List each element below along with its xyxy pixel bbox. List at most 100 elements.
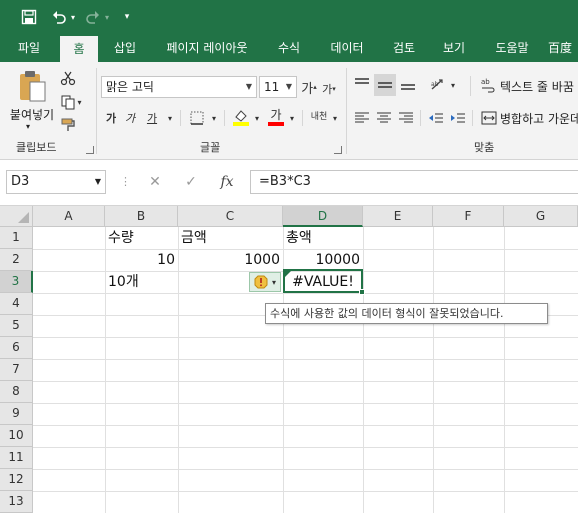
underline-button[interactable]: 가 <box>141 108 163 128</box>
row-header[interactable]: 13 <box>0 491 33 513</box>
row-header[interactable]: 10 <box>0 425 33 447</box>
paste-button[interactable]: 붙여넣기 <box>6 106 58 123</box>
name-box[interactable]: D3 ▼ <box>6 170 106 194</box>
cut-icon[interactable] <box>58 68 78 88</box>
shrink-font-button[interactable]: 가 ▾ <box>320 78 338 100</box>
underline-dropdown-icon[interactable]: ▾ <box>165 108 175 128</box>
row-header[interactable]: 7 <box>0 359 33 381</box>
formula-input[interactable]: =B3*C3 <box>250 170 578 194</box>
column-header[interactable]: C <box>178 206 283 227</box>
align-top-icon[interactable] <box>352 74 372 94</box>
align-center-icon[interactable] <box>374 108 394 128</box>
wrap-text-button[interactable]: 텍스트 줄 바꿈 <box>500 78 574 95</box>
fill-color-icon[interactable] <box>230 106 252 128</box>
tab-insert[interactable]: 삽입 <box>104 34 146 62</box>
row-header[interactable]: 4 <box>0 293 33 315</box>
name-box-value: D3 <box>11 174 30 189</box>
cell-b1[interactable]: 수량 <box>105 227 178 249</box>
merge-center-icon[interactable] <box>480 108 498 128</box>
row-header[interactable]: 6 <box>0 337 33 359</box>
error-check-button[interactable]: ▾ <box>249 272 281 292</box>
cell-c2[interactable]: 1000 <box>178 249 283 271</box>
bold-button[interactable]: 가 <box>103 108 119 128</box>
merge-center-button[interactable]: 병합하고 가운데 <box>500 110 578 127</box>
select-all-button[interactable] <box>0 206 33 227</box>
row-header[interactable]: 5 <box>0 315 33 337</box>
column-header[interactable]: B <box>105 206 178 227</box>
orientation-dropdown-icon[interactable]: ▾ <box>448 76 458 94</box>
clipboard-launcher-icon[interactable] <box>86 146 94 154</box>
column-header[interactable]: A <box>33 206 105 227</box>
orientation-icon[interactable]: ab <box>428 74 448 94</box>
copy-icon[interactable]: ▾ <box>58 92 84 112</box>
enter-icon[interactable]: ✓ <box>178 170 204 194</box>
font-color-dropdown-icon[interactable]: ▾ <box>287 108 297 128</box>
redo-icon[interactable] <box>84 6 102 28</box>
ribbon-separator <box>470 76 471 96</box>
grow-font-button[interactable]: 가 ▴ <box>300 76 318 98</box>
tab-baidu[interactable]: 百度 <box>548 34 578 62</box>
paste-icon[interactable] <box>14 68 50 104</box>
font-size-select[interactable]: 11 ▼ <box>259 76 297 98</box>
tab-view[interactable]: 보기 <box>432 34 476 62</box>
undo-icon[interactable] <box>50 6 68 28</box>
row-header[interactable]: 8 <box>0 381 33 403</box>
phonetic-button[interactable]: 내천 <box>308 104 330 130</box>
column-header[interactable]: E <box>363 206 433 227</box>
fill-color-dropdown-icon[interactable]: ▾ <box>252 108 262 128</box>
column-header[interactable]: G <box>504 206 578 227</box>
row-header-selected[interactable]: 3 <box>0 271 33 293</box>
align-middle-icon[interactable] <box>374 74 396 96</box>
redo-dropdown-icon[interactable]: ▾ <box>102 6 112 28</box>
font-name-select[interactable]: 맑은 고딕 ▼ <box>101 76 257 98</box>
italic-button[interactable]: 가 <box>122 108 138 128</box>
grid-line <box>33 381 578 382</box>
row-header[interactable]: 2 <box>0 249 33 271</box>
column-header-selected[interactable]: D <box>283 206 363 227</box>
row-header[interactable]: 9 <box>0 403 33 425</box>
chevron-down-icon[interactable]: ▾ <box>120 6 134 28</box>
cell-d2[interactable]: 10000 <box>283 249 363 271</box>
tab-file[interactable]: 파일 <box>6 34 52 62</box>
phonetic-dropdown-icon[interactable]: ▾ <box>330 108 340 128</box>
row-header[interactable]: 1 <box>0 227 33 249</box>
fill-handle[interactable] <box>359 289 365 295</box>
tab-page-layout[interactable]: 페이지 레이아웃 <box>152 34 262 62</box>
align-bottom-icon[interactable] <box>398 74 418 94</box>
decrease-indent-icon[interactable] <box>426 108 446 128</box>
cancel-icon[interactable]: ✕ <box>142 170 168 194</box>
undo-dropdown-icon[interactable]: ▾ <box>68 6 78 28</box>
ribbon: 붙여넣기 ▾ ▾ 클립보드 맑은 고딕 ▼ 11 ▼ 가 ▴ 가 ▾ 가 가 가 ▾… <box>0 62 578 160</box>
row-header[interactable]: 12 <box>0 469 33 491</box>
insert-function-button[interactable]: fx <box>214 170 240 194</box>
column-header[interactable]: F <box>433 206 504 227</box>
increase-indent-icon[interactable] <box>448 108 468 128</box>
row-header[interactable]: 11 <box>0 447 33 469</box>
paste-dropdown-icon[interactable]: ▾ <box>26 122 30 131</box>
tab-formulas[interactable]: 수식 <box>268 34 310 62</box>
active-cell-border <box>283 269 363 293</box>
tab-home[interactable]: 홈 <box>60 36 98 62</box>
align-left-icon[interactable] <box>352 108 372 128</box>
tab-data[interactable]: 데이터 <box>318 34 376 62</box>
tab-help[interactable]: 도움말 <box>484 34 540 62</box>
shrink-font-glyph: 가 <box>322 83 333 96</box>
cell-b2[interactable]: 10 <box>105 249 178 271</box>
cell-c1[interactable]: 금액 <box>178 227 283 249</box>
wrap-text-icon[interactable]: ab <box>480 76 498 94</box>
font-color-button[interactable]: 가 <box>266 106 286 128</box>
grid-line <box>33 337 578 338</box>
ribbon-separator <box>96 68 97 154</box>
save-icon[interactable] <box>18 6 40 28</box>
error-indicator-icon <box>285 271 291 277</box>
align-right-icon[interactable] <box>396 108 416 128</box>
borders-dropdown-icon[interactable]: ▾ <box>209 108 219 128</box>
tab-review[interactable]: 검토 <box>382 34 426 62</box>
borders-icon[interactable] <box>186 108 208 128</box>
format-painter-icon[interactable] <box>58 116 78 134</box>
cell-d1[interactable]: 총액 <box>283 227 363 249</box>
font-launcher-icon[interactable] <box>334 146 342 154</box>
formula-bar-grip-icon[interactable]: ⋮ <box>120 174 131 190</box>
cell-b3[interactable]: 10개 <box>105 271 178 293</box>
grid-line <box>33 469 578 470</box>
